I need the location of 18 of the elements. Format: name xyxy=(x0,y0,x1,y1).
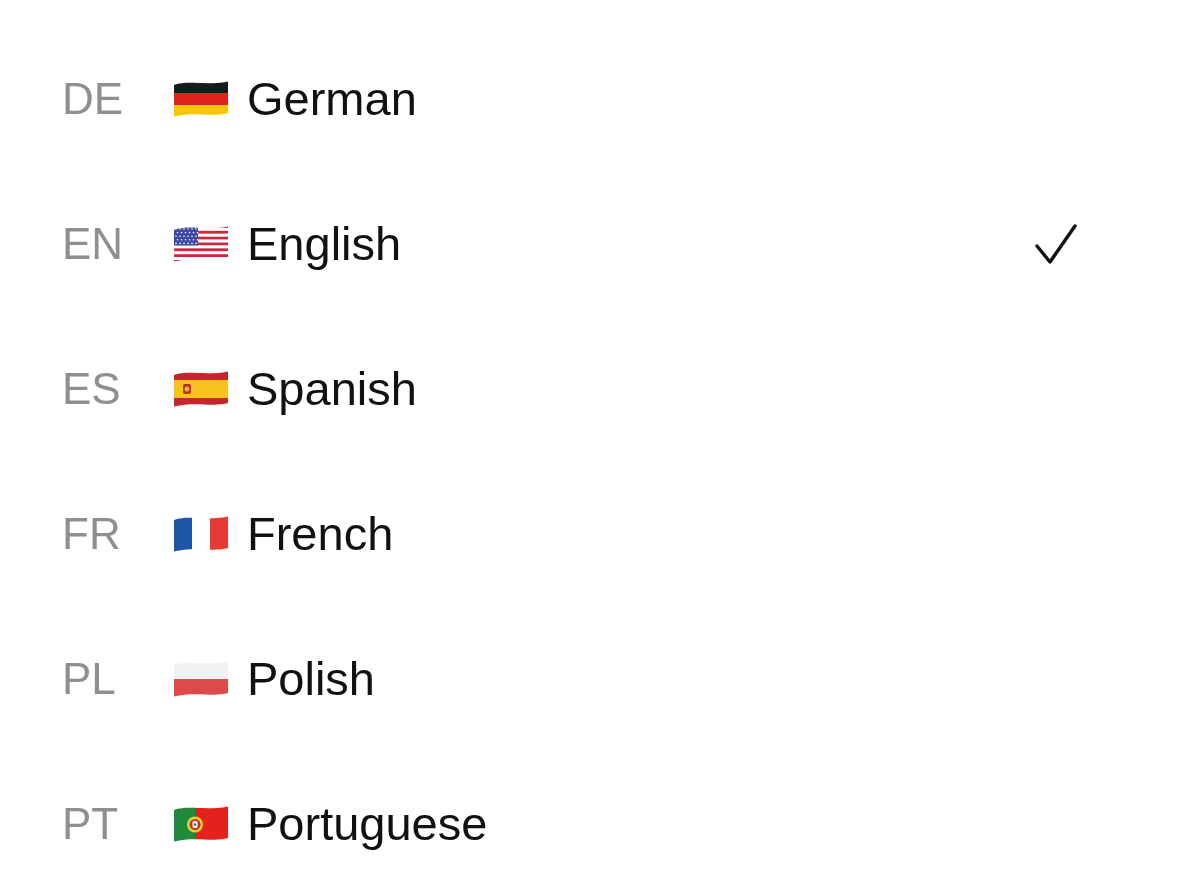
polish-flag-icon xyxy=(173,659,229,698)
german-flag-icon xyxy=(173,79,229,118)
language-code: PT xyxy=(62,801,120,846)
language-name[interactable]: German xyxy=(247,72,417,125)
us-flag-icon xyxy=(173,224,229,263)
portuguese-flag-icon xyxy=(173,804,229,843)
language-name[interactable]: French xyxy=(247,507,394,560)
language-code: DE xyxy=(62,76,125,121)
language-name[interactable]: Portuguese xyxy=(247,797,488,850)
language-code: EN xyxy=(62,221,125,266)
language-code: FR xyxy=(62,511,122,556)
french-flag-icon xyxy=(173,514,229,553)
language-code: PL xyxy=(62,656,117,701)
language-name[interactable]: Spanish xyxy=(247,362,417,415)
language-name[interactable]: Polish xyxy=(247,652,375,705)
language-code: ES xyxy=(62,366,122,411)
spanish-flag-icon xyxy=(173,369,229,408)
language-name[interactable]: English xyxy=(247,217,402,270)
